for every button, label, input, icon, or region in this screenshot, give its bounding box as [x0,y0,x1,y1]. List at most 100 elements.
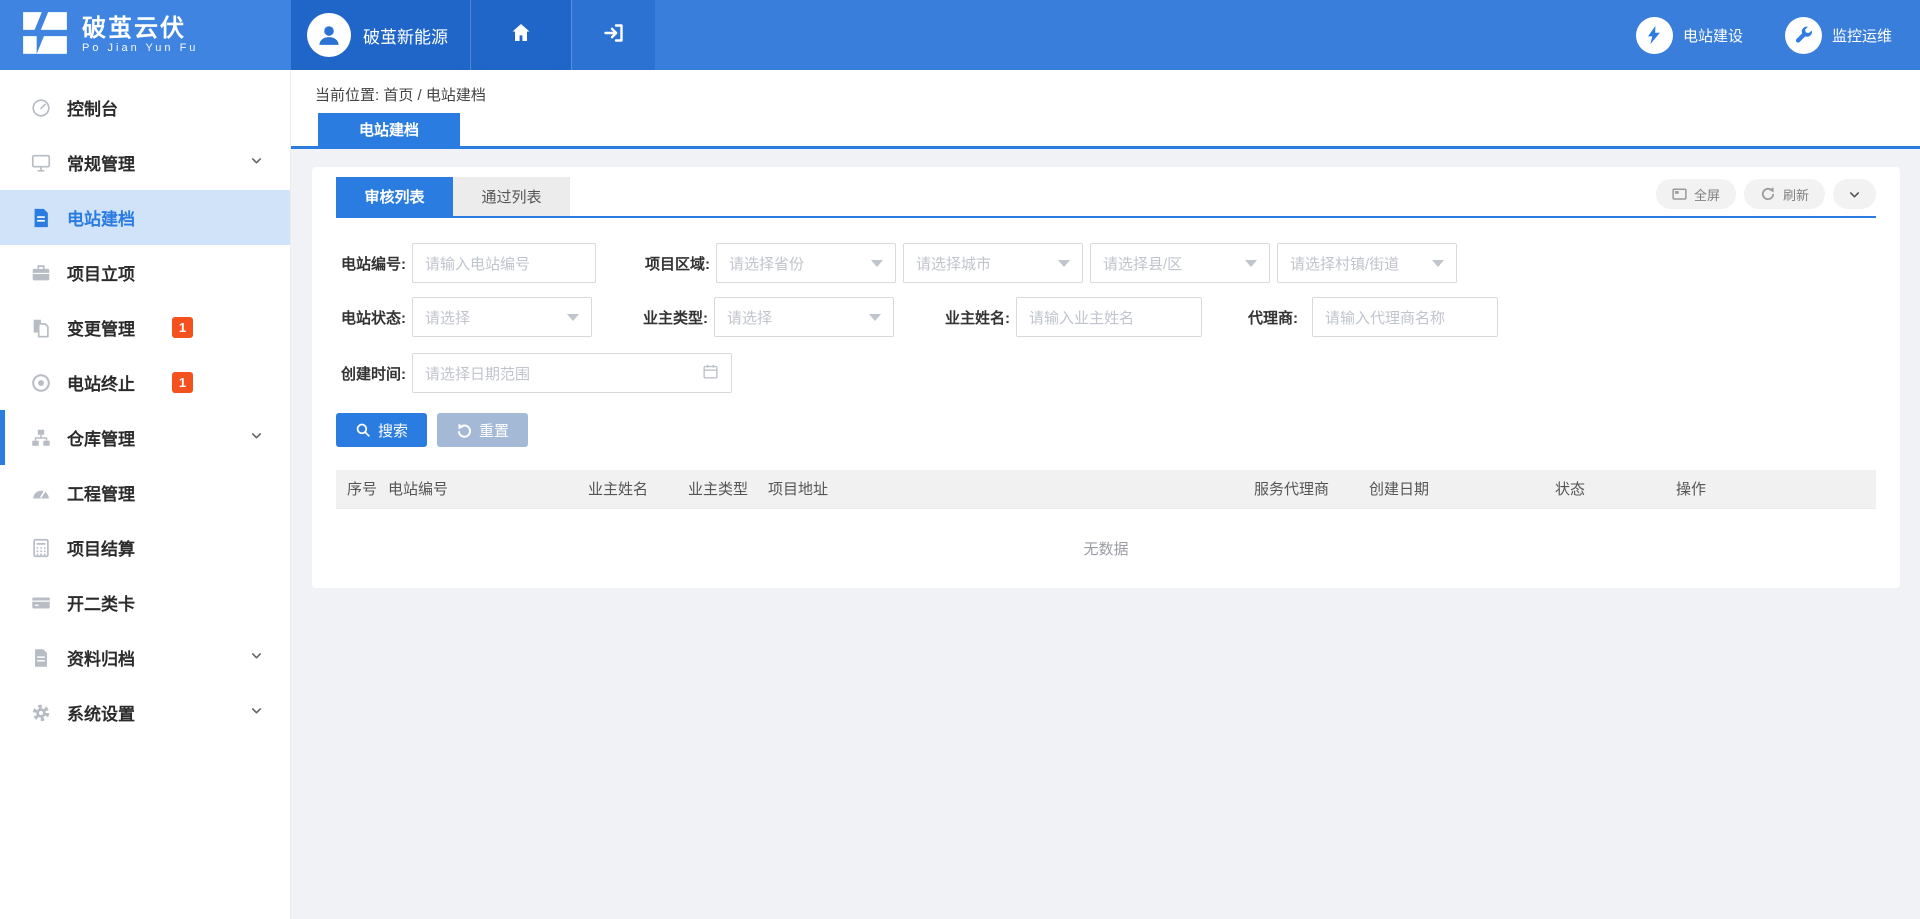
station-no-input[interactable]: 请输入电站编号 [412,243,596,283]
refresh-button[interactable]: 刷新 [1744,179,1825,209]
chevron-down-icon [249,153,264,173]
province-select[interactable]: 请选择省份 [716,243,896,283]
county-select[interactable]: 请选择县/区 [1090,243,1270,283]
nav-station-construction[interactable]: 电站建设 [1636,17,1743,54]
village-select[interactable]: 请选择村镇/街道 [1277,243,1457,283]
sidebar-item-console[interactable]: 控制台 [0,80,290,135]
calculator-icon [30,537,52,559]
filter-row-2: 电站状态: 请选择 业主类型: 请选择 [336,297,1876,337]
active-indicator-bar [0,410,5,465]
sidebar-item-warehouse-management[interactable]: 仓库管理 [0,410,290,465]
col-status: 状态 [1555,470,1585,509]
record-circle-icon [30,372,52,394]
tab-review-list[interactable]: 审核列表 [336,177,453,216]
reset-icon [456,422,472,438]
owner-type-select[interactable]: 请选择 [714,297,894,337]
caret-down-icon [869,314,881,321]
col-project-address: 项目地址 [768,470,828,509]
create-time-label: 创建时间: [336,363,406,384]
brand-title: 破茧云伏 [82,16,198,42]
caret-down-icon [567,314,579,321]
breadcrumb: 当前位置: 首页 / 电站建档 [315,84,1896,105]
sidebar-item-general-management[interactable]: 常规管理 [0,135,290,190]
user-account[interactable]: 破茧新能源 [291,0,470,70]
chevron-down-icon [249,428,264,448]
caret-down-icon [1058,260,1070,267]
file-archive-icon [30,647,52,669]
date-range-input[interactable]: 请选择日期范围 [412,353,732,393]
wrench-icon [1785,17,1822,54]
fullscreen-button[interactable]: 全屏 [1656,179,1736,209]
owner-name-label: 业主姓名: [940,307,1010,328]
refresh-icon [1760,186,1776,202]
monitor-icon [30,152,52,174]
page-tab-station-filing[interactable]: 电站建档 [318,113,460,146]
filter-row-1: 电站编号: 请输入电站编号 项目区域: 请选择省份 [336,243,1876,283]
tab-approved-list[interactable]: 通过列表 [453,177,570,216]
sitemap-icon [30,427,52,449]
main-area: 当前位置: 首页 / 电站建档 电站建档 审核列表 通过列表 [291,70,1920,919]
sidebar-item-type2-card[interactable]: 开二类卡 [0,575,290,630]
header-spacer [655,0,1636,70]
table-empty-state: 无数据 [336,509,1876,588]
city-select[interactable]: 请选择城市 [903,243,1083,283]
search-icon [355,422,371,438]
home-button[interactable] [470,0,571,70]
breadcrumb-strip: 当前位置: 首页 / 电站建档 电站建档 [291,70,1920,146]
agent-input[interactable]: 请输入代理商名称 [1312,297,1498,337]
copy-pages-icon [30,317,52,339]
fullscreen-icon [1672,187,1687,202]
breadcrumb-home-link[interactable]: 首页 [383,87,413,104]
station-no-label: 电站编号: [336,253,406,274]
collapse-button[interactable] [1833,179,1876,209]
home-icon [509,21,533,50]
panel-toolbar: 全屏 刷新 [1656,179,1876,209]
nav-monitoring-ops[interactable]: 监控运维 [1785,17,1892,54]
sidebar-item-station-filing[interactable]: 电站建档 [0,190,290,245]
owner-type-label: 业主类型: [638,307,708,328]
brand-subtitle: Po Jian Yun Fu [82,42,198,54]
agent-label: 代理商: [1242,307,1298,328]
filter-actions: 搜索 重置 [336,413,1876,447]
breadcrumb-label: 当前位置: [315,87,379,104]
chevron-down-icon [1847,187,1862,202]
station-status-select[interactable]: 请选择 [412,297,592,337]
sidebar-item-project-initiation[interactable]: 项目立项 [0,245,290,300]
caret-down-icon [1432,260,1444,267]
chevron-down-icon [249,648,264,668]
station-filing-panel: 审核列表 通过列表 全屏 [312,167,1900,588]
lightning-icon [1636,17,1673,54]
chevron-down-icon [249,703,264,723]
table-header: 序号 电站编号 业主姓名 业主类型 项目地址 服务代理商 创建日期 状态 操作 [336,470,1876,509]
sidebar: 控制台 常规管理 [0,70,291,919]
sidebar-item-project-settlement[interactable]: 项目结算 [0,520,290,575]
badge-count: 1 [172,372,193,393]
owner-name-input[interactable]: 请输入业主姓名 [1016,297,1202,337]
calendar-icon [702,363,719,384]
panel-tabs: 审核列表 通过列表 [336,177,1876,218]
user-avatar-icon [307,13,351,57]
document-icon [30,207,52,229]
caret-down-icon [1245,260,1257,267]
col-create-date: 创建日期 [1369,470,1429,509]
reset-button[interactable]: 重置 [437,413,528,447]
login-exit-button[interactable] [571,0,655,70]
search-button[interactable]: 搜索 [336,413,427,447]
col-owner-type: 业主类型 [688,470,748,509]
dashboard-icon [30,97,52,119]
breadcrumb-current: 电站建档 [426,87,486,104]
sidebar-item-engineering-management[interactable]: 工程管理 [0,465,290,520]
bank-card-icon [30,592,52,614]
station-status-label: 电站状态: [336,307,406,328]
sidebar-item-data-archive[interactable]: 资料归档 [0,630,290,685]
sidebar-item-system-settings[interactable]: 系统设置 [0,685,290,740]
content-area: 审核列表 通过列表 全屏 [291,149,1920,919]
gauge-icon [30,482,52,504]
sidebar-item-station-termination[interactable]: 电站终止 1 [0,355,290,410]
brand-logo-icon [20,10,70,61]
col-service-agent: 服务代理商 [1254,470,1329,509]
col-station-no: 电站编号 [388,470,448,509]
sidebar-item-change-management[interactable]: 变更管理 1 [0,300,290,355]
enter-arrow-icon [602,21,626,50]
briefcase-icon [30,262,52,284]
